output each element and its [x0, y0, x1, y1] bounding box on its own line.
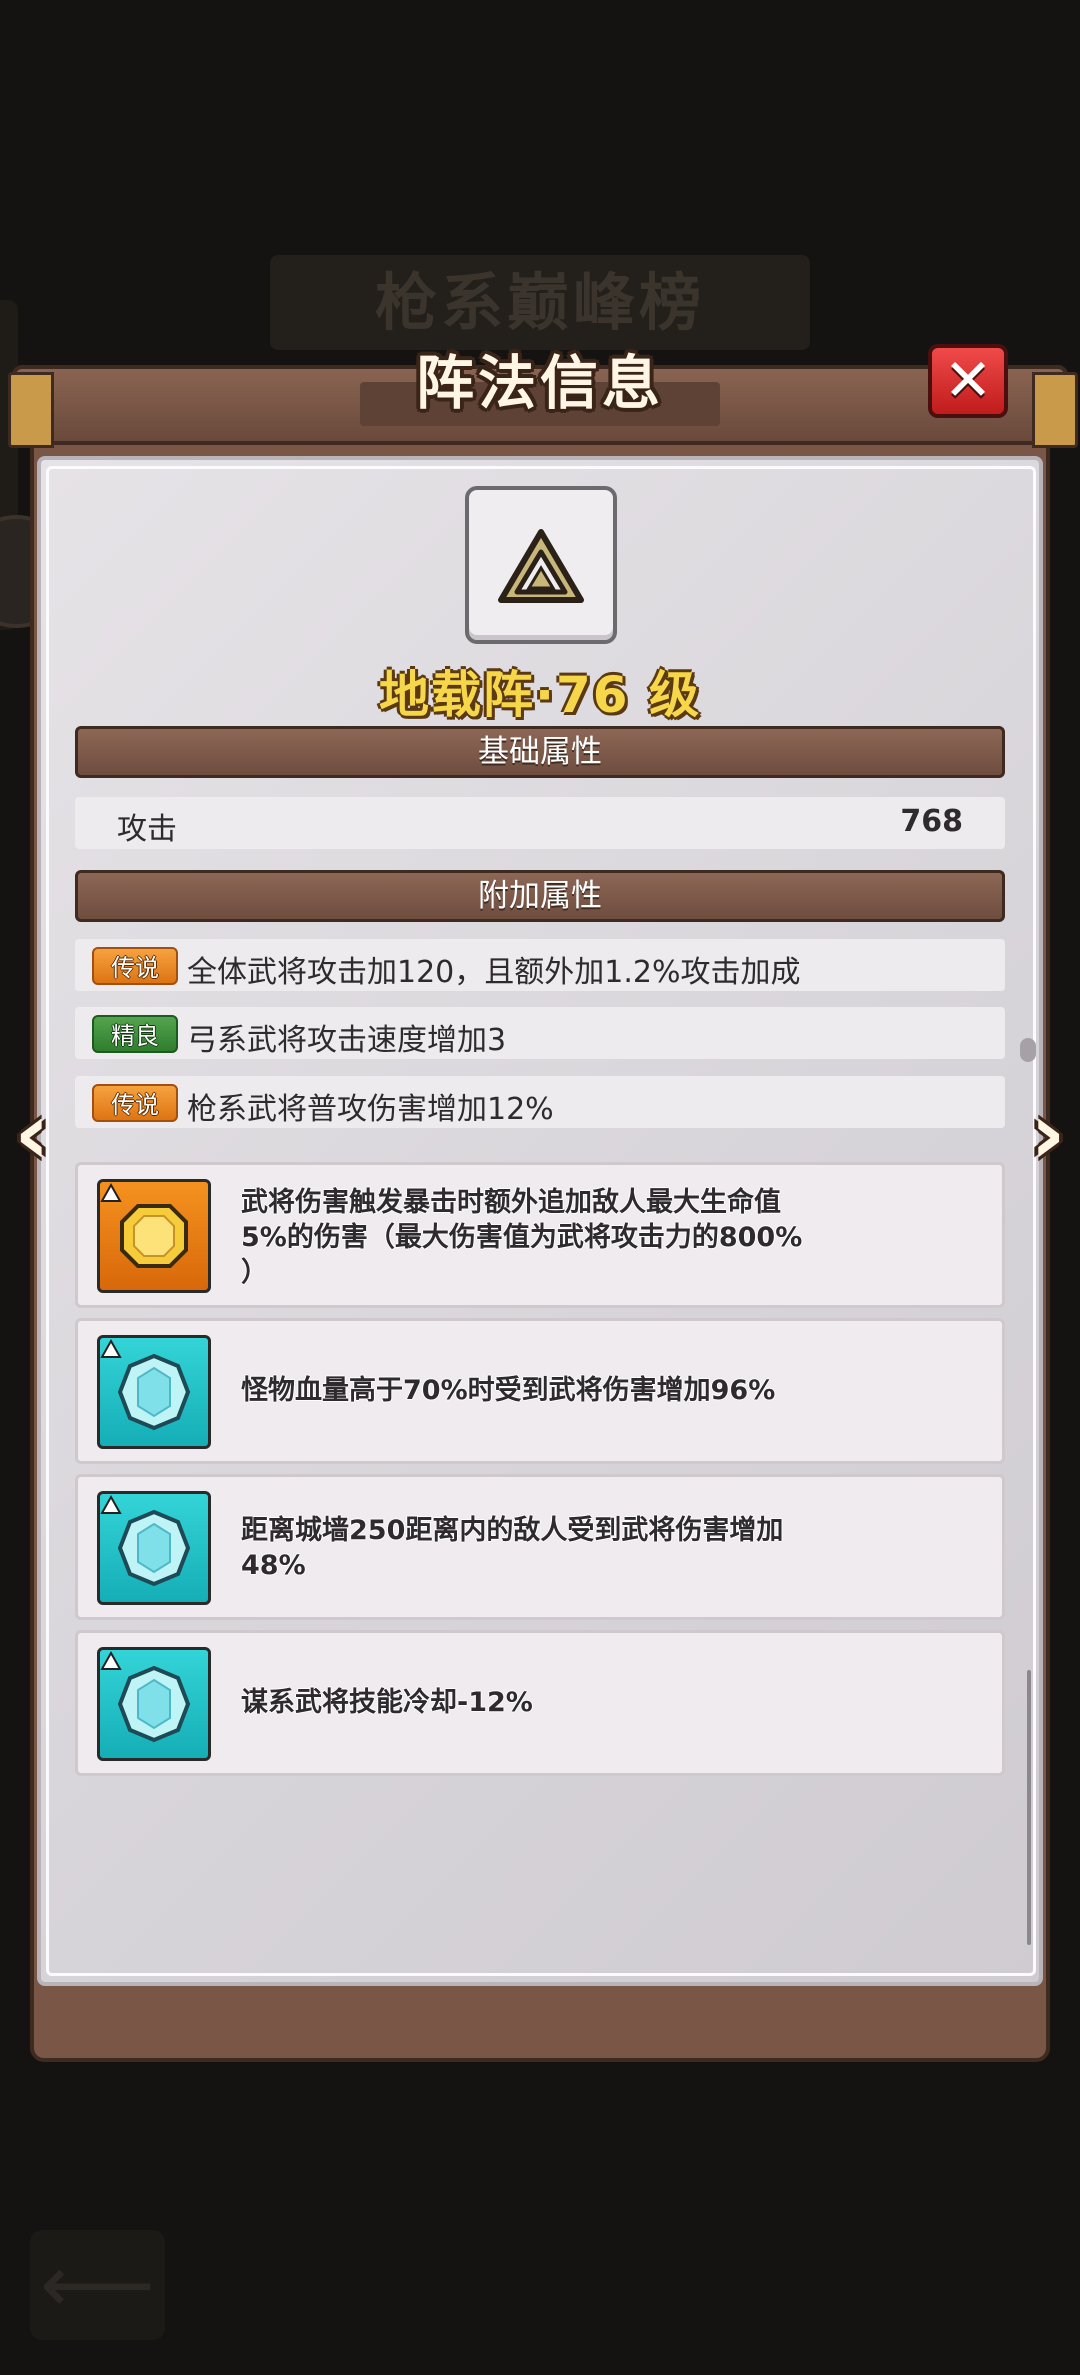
formation-mark-icon: [100, 1494, 122, 1514]
rarity-badge-legendary: 传说: [92, 947, 178, 985]
prev-button[interactable]: ‹: [4, 1091, 60, 1180]
chevron-left-icon: ‹: [14, 1084, 50, 1184]
gem-effect-card[interactable]: 距离城墙250距离内的敌人受到武将伤害增加 48%: [75, 1474, 1005, 1620]
scrollbar[interactable]: [1027, 1670, 1031, 1945]
modal-title: 阵法信息: [415, 349, 664, 417]
extra-attributes-header: 附加属性: [75, 870, 1005, 922]
stat-value: 768: [900, 804, 963, 839]
gem-effect-text: 距离城墙250距离内的敌人受到武将伤害增加 48%: [241, 1515, 784, 1581]
chevron-right-icon: ›: [1030, 1084, 1066, 1184]
formation-name-level: 地载阵·76 级: [379, 666, 701, 724]
arrow-left-icon: ⟵: [40, 2238, 155, 2331]
gem-effect-card[interactable]: 谋系武将技能冷却-12%: [75, 1630, 1005, 1776]
formation-mark-icon: [100, 1650, 122, 1670]
diamond-gem-icon: [97, 1647, 211, 1761]
diamond-gem-icon: [97, 1491, 211, 1605]
formation-icon-frame: [465, 486, 617, 644]
rarity-badge-fine: 精良: [92, 1015, 178, 1053]
extra-attribute-text: 全体武将攻击加120，且额外加1.2%攻击加成: [187, 955, 801, 990]
formation-mark-icon: [100, 1338, 122, 1358]
back-button[interactable]: ⟵: [30, 2230, 165, 2340]
extra-attribute-row: 精良 弓系武将攻击速度增加3: [75, 1007, 1005, 1059]
gem-effect-text: 武将伤害触发暴击时额外追加敌人最大生命值 5%的伤害（最大伤害值为武将攻击力的8…: [241, 1187, 803, 1288]
close-icon: ✕: [943, 346, 993, 414]
scroll-indicator: [1020, 1038, 1036, 1062]
formation-mark-icon: [100, 1182, 122, 1202]
topaz-gem-icon: [97, 1179, 211, 1293]
rarity-badge-legendary: 传说: [92, 1084, 178, 1122]
next-button[interactable]: ›: [1020, 1091, 1076, 1180]
triangle-formation-icon: [498, 529, 584, 603]
basic-attributes-header: 基础属性: [75, 726, 1005, 778]
gem-effect-text: 谋系武将技能冷却-12%: [241, 1687, 533, 1718]
stat-row: 攻击 768: [75, 797, 1005, 849]
stat-name: 攻击: [117, 812, 177, 847]
extra-attribute-text: 枪系武将普攻伤害增加12%: [187, 1092, 554, 1127]
close-button[interactable]: ✕: [928, 344, 1008, 418]
gem-effect-card[interactable]: 怪物血量高于70%时受到武将伤害增加96%: [75, 1318, 1005, 1464]
diamond-gem-icon: [97, 1335, 211, 1449]
gem-effect-text: 怪物血量高于70%时受到武将伤害增加96%: [241, 1375, 776, 1406]
gem-effect-card[interactable]: 武将伤害触发暴击时额外追加敌人最大生命值 5%的伤害（最大伤害值为武将攻击力的8…: [75, 1162, 1005, 1308]
extra-attribute-row: 传说 全体武将攻击加120，且额外加1.2%攻击加成: [75, 939, 1005, 991]
extra-attribute-row: 传说 枪系武将普攻伤害增加12%: [75, 1076, 1005, 1128]
extra-attribute-text: 弓系武将攻击速度增加3: [187, 1023, 507, 1058]
